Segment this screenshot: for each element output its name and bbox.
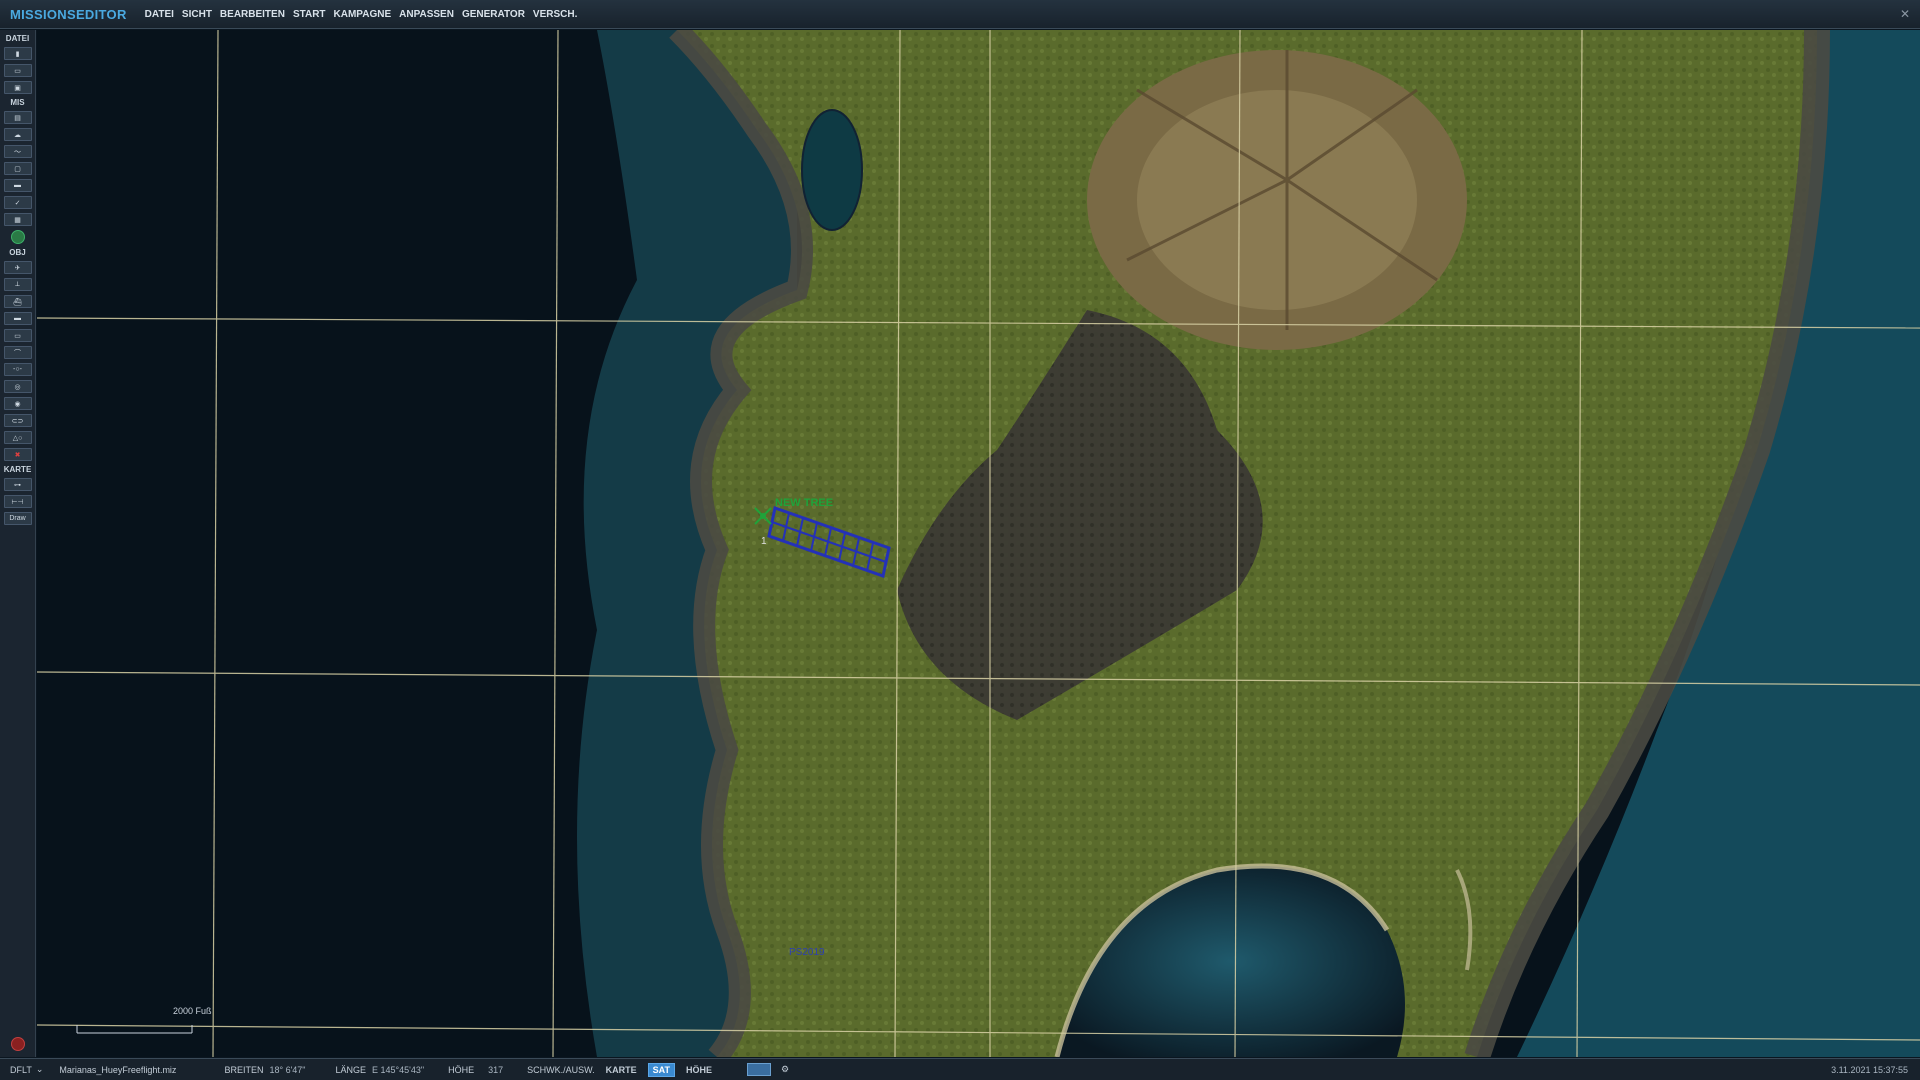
static-object-icon[interactable]: ▭ xyxy=(3,329,32,342)
open-file-icon[interactable]: ▭ xyxy=(3,64,32,77)
section-karte: KARTE xyxy=(3,465,32,474)
shapes-icon[interactable]: △○ xyxy=(3,431,32,444)
unit-label[interactable]: NEW TREE xyxy=(775,497,833,509)
waypoint-label[interactable]: PS2019 xyxy=(789,947,825,958)
settings-icon[interactable]: ⚙ xyxy=(781,1064,789,1075)
group-icon[interactable]: ⊂⊃ xyxy=(3,414,32,427)
ship-icon[interactable]: ⛴ xyxy=(3,295,32,308)
vehicle-icon[interactable]: ▬ xyxy=(3,312,32,325)
draw-button[interactable]: Draw xyxy=(3,512,32,525)
close-icon[interactable]: ✕ xyxy=(1900,7,1910,21)
coalition-select[interactable]: DFLT xyxy=(10,1065,32,1075)
coalitions-icon[interactable]: ▦ xyxy=(3,213,32,226)
mode-label: SCHWK./AUSW. xyxy=(527,1064,595,1075)
map-mode-toggle-hoehe[interactable]: HÖHE xyxy=(681,1063,717,1077)
new-file-icon[interactable]: ▮ xyxy=(3,47,32,60)
fly-mission-icon[interactable] xyxy=(10,230,25,244)
scale-label: 2000 Fuß xyxy=(173,1006,212,1016)
airplane-icon[interactable]: ✈ xyxy=(3,261,32,274)
briefing-icon[interactable]: ▤ xyxy=(3,111,32,124)
menu-start[interactable]: START xyxy=(293,9,326,20)
latitude-label: BREITEN xyxy=(224,1064,264,1075)
map-image[interactable]: NEW TREE 1 PS2019 2000 Fuß xyxy=(37,30,1920,1057)
menu-datei[interactable]: DATEI xyxy=(145,9,174,20)
altitude-label: HÖHE xyxy=(448,1064,475,1075)
menu-bearbeiten[interactable]: BEARBEITEN xyxy=(220,9,285,20)
tool-sidebar: DATEI ▮ ▭ ▣ MIS ▤ ☁ 〜 ▢ ▬ ✓ ▦ OBJ ✈ ⟂ ⛴ … xyxy=(0,30,36,1057)
trigger-zone-icon[interactable]: 〜 xyxy=(3,145,32,158)
longitude-value: E 145°45'43" xyxy=(372,1064,425,1075)
goals-icon[interactable]: ✓ xyxy=(3,196,32,209)
app-title: MISSIONSEDITOR xyxy=(10,6,127,22)
save-file-icon[interactable]: ▣ xyxy=(3,81,32,94)
helicopter-icon[interactable]: ⟂ xyxy=(3,278,32,291)
unit-number: 1 xyxy=(761,536,767,547)
altitude-value: 317 xyxy=(488,1064,504,1075)
menu-sicht[interactable]: SICHT xyxy=(182,9,212,20)
measure-icon[interactable]: ⊢⊣ xyxy=(3,495,32,508)
layers-icon[interactable] xyxy=(747,1063,771,1076)
title-bar: MISSIONSEDITOR DATEI SICHT BEARBEITEN ST… xyxy=(0,0,1920,29)
menu-versch[interactable]: VERSCH. xyxy=(533,9,577,20)
resources-icon[interactable]: ▬ xyxy=(3,179,32,192)
status-bar: DFLT ⌄ Marianas_HueyFreeflight.miz BREIT… xyxy=(0,1058,1920,1080)
section-datei: DATEI xyxy=(5,34,30,43)
menu-kampagne[interactable]: KAMPAGNE xyxy=(334,9,392,20)
triggers-icon[interactable]: ▢ xyxy=(3,162,32,175)
waypoint-icon[interactable]: -○- xyxy=(3,363,32,376)
menu-generator[interactable]: GENERATOR xyxy=(462,9,525,20)
target-icon[interactable]: ◎ xyxy=(3,380,32,393)
point-icon[interactable]: ◉ xyxy=(3,397,32,410)
menu-anpassen[interactable]: ANPASSEN xyxy=(399,9,454,20)
delete-icon[interactable]: ✖ xyxy=(3,448,32,461)
section-obj: OBJ xyxy=(9,248,26,257)
map-mode-toggle-sat[interactable]: SAT xyxy=(647,1062,675,1077)
mission-filename: Marianas_HueyFreeflight.miz xyxy=(59,1064,177,1075)
exit-icon[interactable] xyxy=(11,1037,25,1051)
chevron-down-icon[interactable]: ⌄ xyxy=(36,1064,44,1075)
map-canvas[interactable]: NEW TREE 1 PS2019 2000 Fuß xyxy=(37,30,1920,1057)
weather-icon[interactable]: ☁ xyxy=(3,128,32,141)
section-mis: MIS xyxy=(10,98,25,107)
date-time: 3.11.2021 15:37:55 xyxy=(1831,1064,1908,1075)
template-icon[interactable]: ⌒ xyxy=(3,346,32,359)
latitude-value: 18° 6'47" xyxy=(269,1064,306,1075)
map-mode-toggle-karte[interactable]: KARTE xyxy=(601,1063,642,1077)
longitude-label: LÄNGE xyxy=(335,1064,367,1075)
ruler-icon[interactable]: ⊶ xyxy=(3,478,32,491)
